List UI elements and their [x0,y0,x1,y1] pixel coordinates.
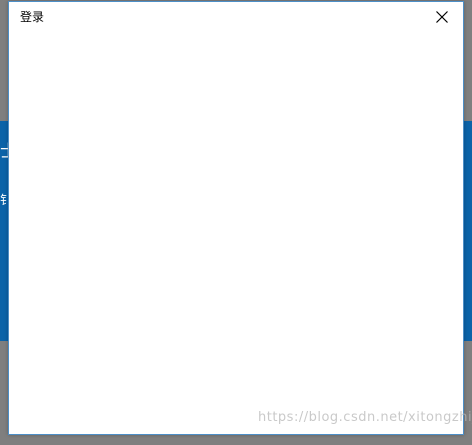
watermark: https://blog.csdn.net/xitongzhijia [258,410,472,425]
login-dialog: 登录 [8,1,464,435]
close-button[interactable] [429,6,455,28]
screen: 士 钅 登录 https://blog.csdn.net/xitongzhiji… [0,0,472,445]
close-icon [436,11,448,23]
dialog-titlebar: 登录 [9,2,463,32]
dialog-content-area [9,32,463,434]
dialog-title: 登录 [20,10,45,24]
